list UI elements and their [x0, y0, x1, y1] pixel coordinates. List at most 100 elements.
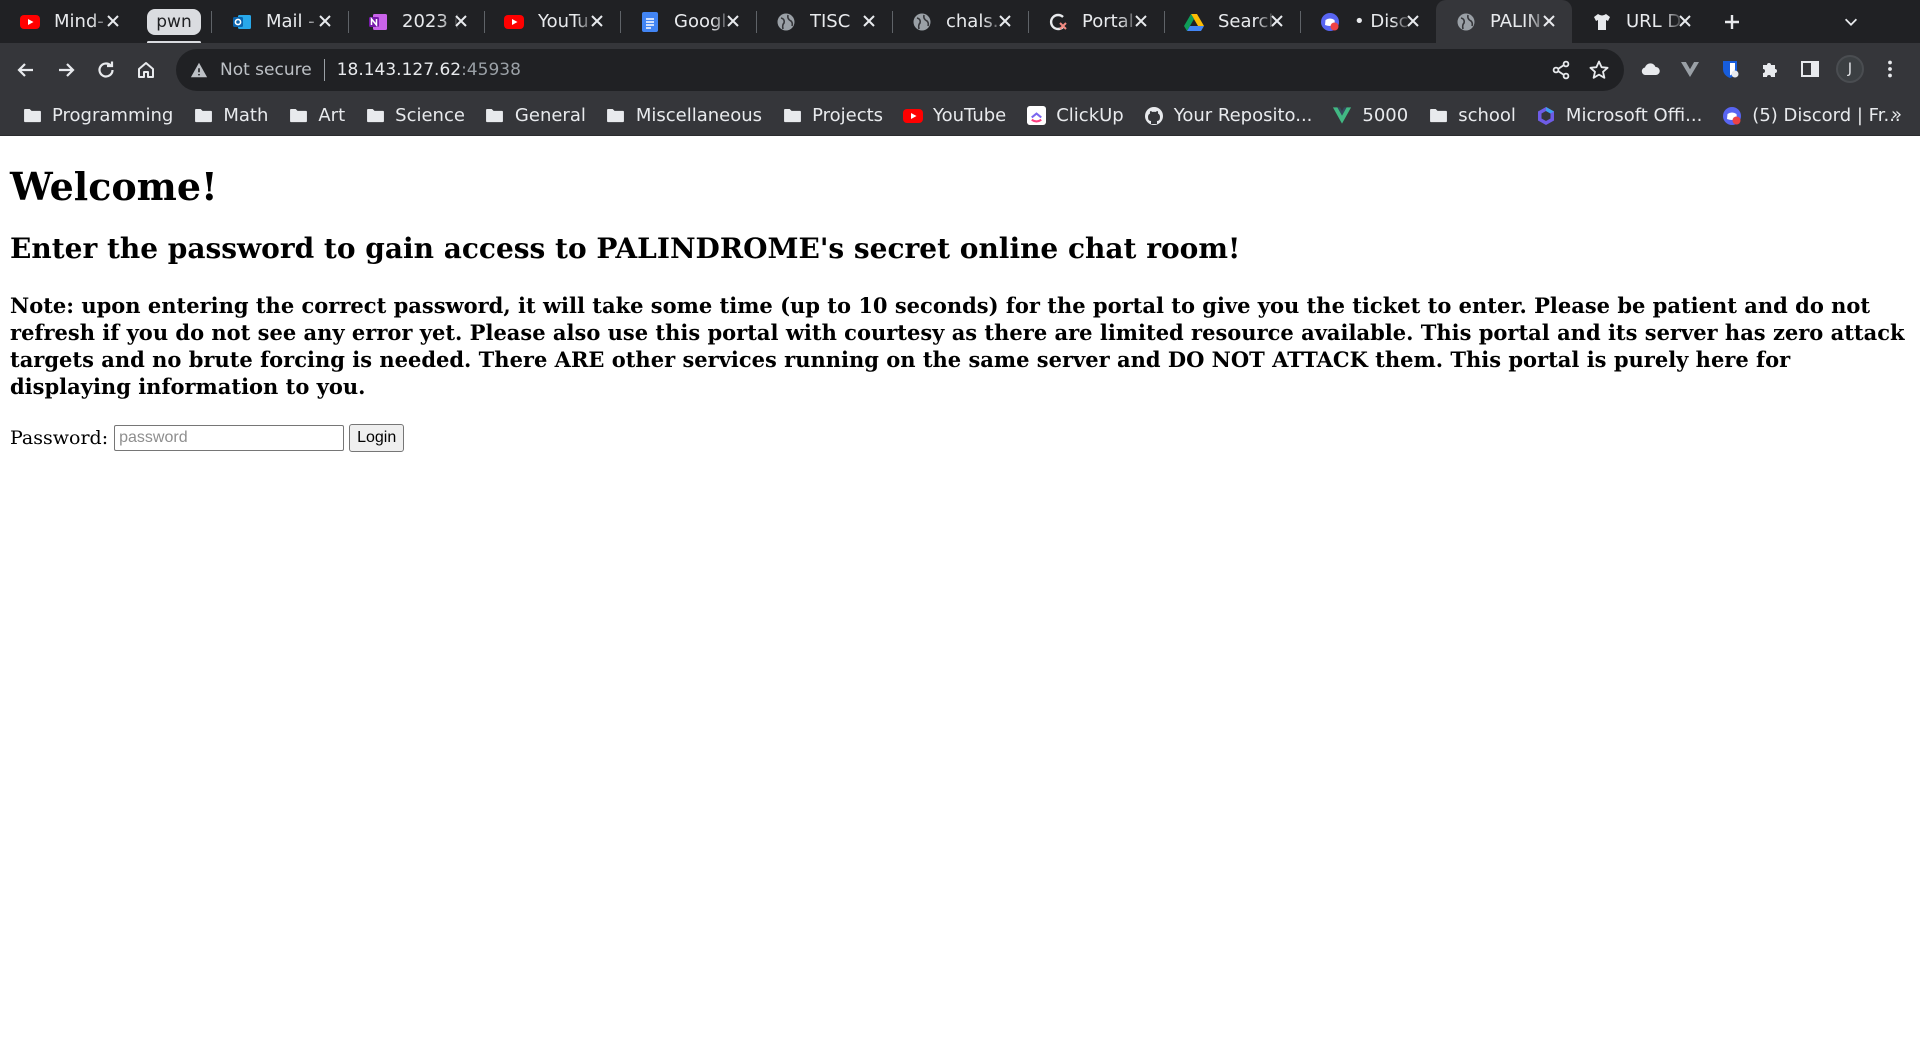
bookmark-folder[interactable]: Miscellaneous: [596, 100, 772, 132]
home-button[interactable]: [126, 50, 166, 90]
reload-icon: [98, 61, 114, 78]
bookmark-link[interactable]: ClickUp: [1016, 100, 1134, 132]
forward-button[interactable]: [46, 50, 86, 90]
bookmark-label: Programming: [52, 105, 174, 126]
tab-search-button[interactable]: [1838, 9, 1864, 35]
youtube-icon: [903, 106, 924, 126]
page-note: Note: upon entering the correct password…: [10, 293, 1905, 399]
bookmark-label: Science: [395, 105, 465, 126]
globe-icon: [1456, 12, 1476, 32]
security-status-label[interactable]: Not secure: [220, 60, 312, 80]
arrow-left-icon: [17, 62, 33, 77]
close-icon[interactable]: [1268, 12, 1286, 30]
browser-menu-button[interactable]: [1870, 49, 1910, 89]
login-button[interactable]: Login: [349, 424, 405, 452]
kebab-menu-icon: [1888, 60, 1892, 78]
bookmarks-overflow-button[interactable]: »: [1891, 104, 1902, 125]
side-panel-icon: [1801, 61, 1819, 77]
error-page-icon: [1048, 12, 1068, 32]
shield-icon: [1723, 61, 1739, 78]
tab-item[interactable]: Mail -: [212, 0, 348, 43]
tab-item[interactable]: • Disc: [1300, 0, 1436, 43]
tab-item-active[interactable]: PALIN: [1436, 0, 1572, 43]
password-input[interactable]: [114, 425, 345, 451]
bookmark-label: Microsoft Offi...: [1565, 105, 1703, 126]
reload-button[interactable]: [86, 50, 126, 90]
tab-item[interactable]: 2023 (: [348, 0, 484, 43]
warning-icon[interactable]: [188, 59, 210, 81]
page-title: Welcome!: [10, 164, 218, 209]
bookmark-folder[interactable]: Art: [278, 100, 355, 132]
tab-item[interactable]: URL D: [1572, 0, 1708, 43]
close-icon[interactable]: [860, 12, 878, 30]
address-bar[interactable]: Not secure 18.143.127.62:45938: [176, 49, 1624, 91]
outlook-icon: [232, 12, 252, 32]
side-panel-button[interactable]: [1790, 49, 1830, 89]
cloud-icon: [1641, 63, 1660, 75]
tab-group-label: pwn: [147, 8, 202, 44]
bookmark-star-button[interactable]: [1580, 53, 1618, 87]
bookmark-folder[interactable]: Math: [183, 100, 278, 132]
bookmark-link[interactable]: 5000: [1322, 100, 1418, 132]
tab-item[interactable]: TISC: [756, 0, 892, 43]
bookmark-label: ClickUp: [1056, 105, 1124, 126]
tab-strip: Mind- pwn Mail - 2023 ( YouTu Googl TISC…: [0, 0, 1920, 44]
plus-icon: [1725, 14, 1739, 29]
onenote-icon: [368, 12, 388, 32]
clickup-icon: [1026, 106, 1046, 126]
tab-item[interactable]: Googl: [620, 0, 756, 43]
bookmark-link[interactable]: YouTube: [893, 100, 1016, 132]
profile-button[interactable]: J: [1830, 49, 1870, 89]
bookmark-folder[interactable]: Projects: [772, 100, 893, 132]
bookmark-label: Art: [318, 105, 346, 126]
close-icon[interactable]: [316, 12, 334, 30]
tab-group-chip[interactable]: pwn: [136, 0, 212, 44]
tab-item[interactable]: Mind-: [0, 0, 136, 43]
folder-icon: [22, 106, 42, 126]
share-button[interactable]: [1542, 53, 1580, 87]
close-icon[interactable]: [588, 12, 606, 30]
tab-item[interactable]: chals.: [892, 0, 1028, 43]
bookmark-folder[interactable]: Science: [355, 100, 475, 132]
close-icon[interactable]: [1676, 12, 1694, 30]
google-drive-icon: [1184, 12, 1204, 32]
avatar: J: [1836, 55, 1864, 83]
close-icon[interactable]: [452, 12, 470, 30]
vue-icon: [1332, 106, 1352, 126]
new-tab-button[interactable]: [1708, 0, 1756, 43]
bookmark-link[interactable]: Your Reposito...: [1134, 100, 1323, 132]
vue-devtools-extension-button[interactable]: [1670, 49, 1710, 89]
close-icon[interactable]: [1132, 12, 1150, 30]
close-icon[interactable]: [996, 12, 1014, 30]
bookmark-label: school: [1458, 105, 1516, 126]
bookmark-folder[interactable]: school: [1418, 100, 1526, 132]
back-button[interactable]: [6, 50, 46, 90]
youtube-icon: [504, 12, 524, 32]
page-content: Welcome! Enter the password to gain acce…: [0, 136, 1920, 1040]
folder-icon: [485, 106, 505, 126]
close-icon[interactable]: [104, 12, 122, 30]
bookmark-link[interactable]: (5) Discord | Fr...: [1712, 100, 1910, 132]
tab-item[interactable]: YouTu: [484, 0, 620, 43]
bookmark-label: General: [514, 105, 586, 126]
close-icon[interactable]: [1404, 12, 1422, 30]
folder-icon: [1428, 106, 1448, 126]
extensions-button[interactable]: [1750, 49, 1790, 89]
discord-icon: [1320, 12, 1340, 32]
tab-item[interactable]: Portal: [1028, 0, 1164, 43]
bookmark-link[interactable]: Microsoft Offi...: [1526, 100, 1712, 132]
close-icon[interactable]: [1540, 12, 1558, 30]
bookmarks-bar: Programming Math Art Science General Mis…: [0, 96, 1920, 136]
shirt-icon: [1592, 12, 1612, 32]
github-icon: [1144, 106, 1164, 126]
globe-icon: [912, 12, 932, 32]
close-icon[interactable]: [724, 12, 742, 30]
bitwarden-extension-button[interactable]: [1710, 49, 1750, 89]
tab-item[interactable]: Searcl: [1164, 0, 1300, 43]
url-host: 18.143.127.62: [336, 60, 462, 80]
folder-icon: [365, 106, 385, 126]
cloud-extension-button[interactable]: [1630, 49, 1670, 89]
bookmark-folder[interactable]: Programming: [12, 100, 183, 132]
bookmark-label: YouTube: [933, 105, 1007, 126]
bookmark-folder[interactable]: General: [475, 100, 596, 132]
